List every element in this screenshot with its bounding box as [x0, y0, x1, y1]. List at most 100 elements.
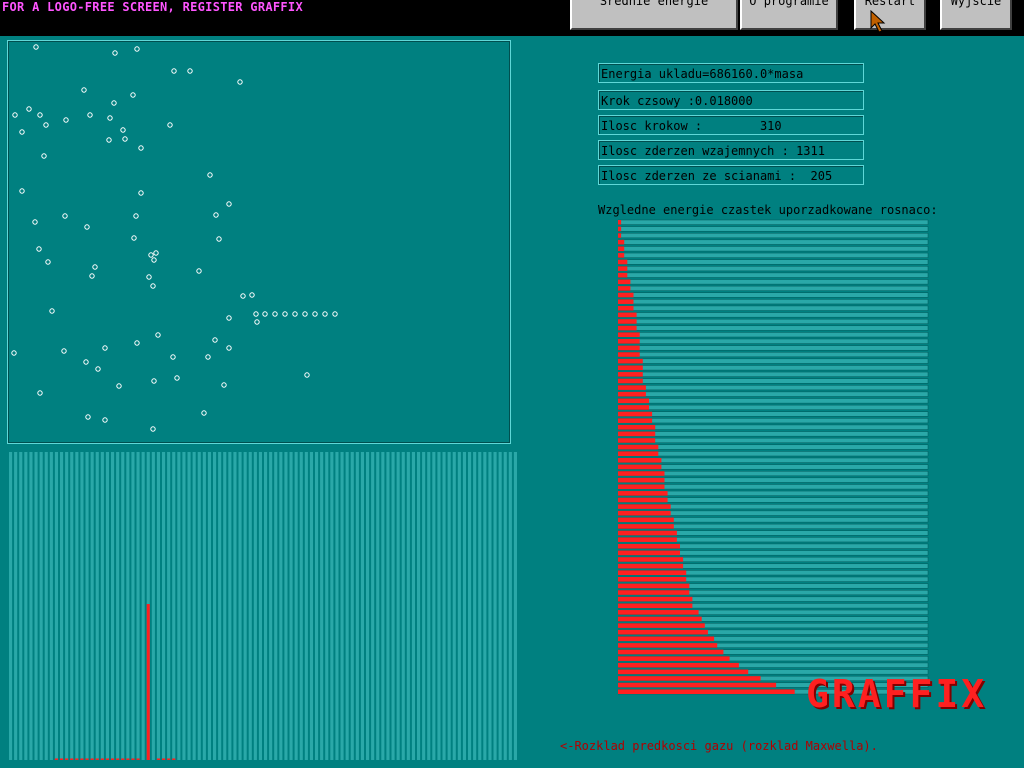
- histogram-bar: [60, 758, 64, 760]
- particle: [322, 311, 328, 317]
- histogram-column-bg: [192, 452, 196, 760]
- particle: [83, 359, 89, 365]
- particle: [102, 345, 108, 351]
- energy-bar: [618, 266, 628, 271]
- particle: [81, 87, 87, 93]
- histogram-column-bg: [355, 452, 359, 760]
- particle: [120, 127, 126, 133]
- particle: [151, 257, 157, 263]
- energy-row-bg: [618, 345, 929, 351]
- histogram-column-bg: [264, 452, 268, 760]
- histogram-bar: [54, 758, 58, 760]
- energy-bar: [618, 517, 674, 523]
- energy-bar: [618, 510, 671, 516]
- energy-bar: [618, 610, 699, 615]
- histogram-bar: [156, 758, 160, 760]
- energy-bar: [618, 682, 777, 688]
- histogram-column-bg: [54, 452, 58, 760]
- about-button[interactable]: O programie: [740, 0, 838, 30]
- energy-bar: [618, 557, 684, 562]
- energy-bar: [618, 570, 687, 575]
- particle: [62, 213, 68, 219]
- energy-bar: [618, 504, 671, 509]
- histogram-column-bg: [177, 452, 181, 760]
- histogram-column-bg: [396, 452, 400, 760]
- histogram-bar: [131, 758, 135, 760]
- particle: [216, 236, 222, 242]
- energy-bar: [618, 246, 625, 252]
- histogram-column-bg: [172, 452, 176, 760]
- energy-bar: [618, 444, 659, 450]
- particle: [130, 92, 136, 98]
- histogram-bar: [80, 758, 84, 760]
- energy-bar: [618, 391, 646, 397]
- particle: [282, 311, 288, 317]
- histogram-column-bg: [345, 452, 349, 760]
- particle: [171, 68, 177, 74]
- histogram-column-bg: [111, 452, 115, 760]
- energy-bar: [618, 398, 649, 404]
- energy-row-bg: [618, 318, 929, 325]
- energy-row-bg: [618, 464, 929, 470]
- histogram-bar: [116, 758, 120, 760]
- energy-bar: [618, 649, 724, 655]
- exit-button[interactable]: Wyjscie: [940, 0, 1012, 30]
- histogram-column-bg: [162, 452, 166, 760]
- particle: [95, 366, 101, 372]
- histogram-column-bg: [167, 452, 171, 760]
- particle: [187, 68, 193, 74]
- histogram-column-bg: [411, 452, 415, 760]
- particle: [292, 311, 298, 317]
- histogram-column-bg: [417, 452, 421, 760]
- energy-bar: [618, 656, 730, 661]
- particle: [174, 375, 180, 381]
- particle: [32, 219, 38, 225]
- histogram-column-bg: [488, 452, 492, 760]
- restart-button[interactable]: Restart: [854, 0, 926, 30]
- particle: [302, 311, 308, 317]
- histogram-column-bg: [340, 452, 344, 760]
- energy-bar-chart: [618, 219, 929, 695]
- particle: [153, 250, 159, 256]
- energy-row-bg: [618, 272, 929, 278]
- energy-bar: [618, 629, 708, 635]
- energy-row-bg: [618, 226, 929, 232]
- histogram-column-bg: [85, 452, 89, 760]
- particle: [122, 136, 128, 142]
- particle: [226, 315, 232, 321]
- histogram-column-bg: [468, 452, 472, 760]
- particle: [134, 46, 140, 52]
- energy-bar: [618, 458, 662, 463]
- energy-bar: [618, 220, 622, 225]
- energy-bar: [618, 596, 693, 602]
- histogram-column-bg: [14, 452, 18, 760]
- particles-canvas: [11, 44, 338, 432]
- energy-bar: [618, 484, 665, 490]
- energy-row-bg: [618, 358, 929, 364]
- histogram-column-bg: [49, 452, 53, 760]
- histogram-column-bg: [401, 452, 405, 760]
- energy-bar: [618, 662, 739, 668]
- energy-row-bg: [618, 378, 929, 384]
- steps-field: Ilosc krokow : 310: [598, 115, 864, 135]
- histogram-column-bg: [386, 452, 390, 760]
- histogram-bar: [111, 758, 115, 760]
- energy-row-bg: [618, 279, 929, 285]
- energy-bar: [618, 471, 665, 476]
- particle: [226, 345, 232, 351]
- energy-row-bg: [618, 312, 929, 318]
- particle: [33, 44, 39, 50]
- energy-bar: [618, 636, 715, 642]
- histogram-column-bg: [325, 452, 329, 760]
- average-energies-button[interactable]: Srednie energie: [570, 0, 738, 30]
- histogram-column-bg: [452, 452, 456, 760]
- histogram-column-bg: [34, 452, 38, 760]
- histogram-bar: [100, 758, 104, 760]
- particle: [253, 311, 259, 317]
- histogram-column-bg: [126, 452, 130, 760]
- particle: [87, 112, 93, 118]
- energy-row-bg: [618, 411, 929, 417]
- particle: [148, 252, 154, 258]
- restart-label: Restart: [864, 0, 916, 8]
- particle: [49, 308, 55, 314]
